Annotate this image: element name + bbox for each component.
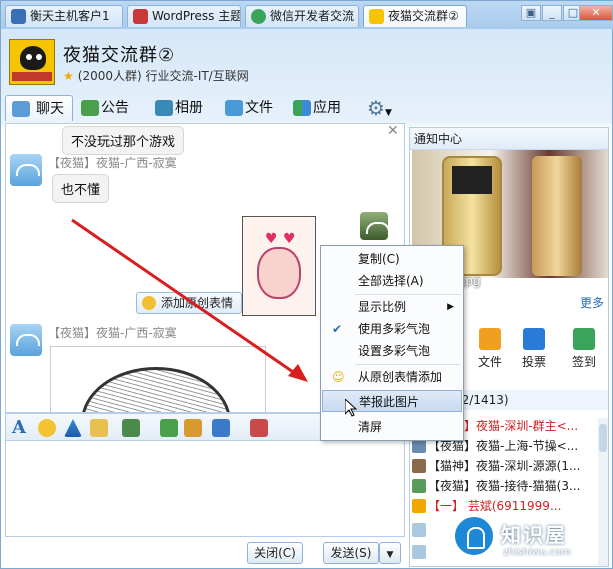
chevron-down-icon: ▼ <box>384 108 392 118</box>
member-row[interactable]: 【猫神】夜猫-深圳-源源(1... <box>412 456 608 476</box>
sail-icon[interactable] <box>64 419 82 437</box>
folder-icon <box>225 100 243 116</box>
cat-logo-icon <box>20 46 46 70</box>
menu-separator <box>355 294 461 295</box>
apps-grid-icon <box>293 100 311 116</box>
folder-icon <box>479 328 501 350</box>
menu-item-report-image[interactable]: 举报此图片 <box>322 390 462 412</box>
group-avatar[interactable] <box>9 39 55 85</box>
cat-icon <box>369 9 384 24</box>
star-icon: ★ <box>63 69 74 83</box>
tab-wordpress[interactable]: WordPress 主题 <box>127 5 241 27</box>
group-subtitle: ★ (2000人群) 行业交流-IT/互联网 <box>63 69 249 83</box>
scrollbar-thumb[interactable] <box>599 424 607 452</box>
menu-item-set-colorful-bubble[interactable]: 设置多彩气泡 <box>322 340 462 362</box>
menu-item-select-all[interactable]: 全部选择(A) <box>322 270 462 292</box>
settings-button[interactable]: ⚙▼ <box>357 95 392 121</box>
font-icon[interactable]: A <box>12 417 26 438</box>
notepad-icon[interactable] <box>90 419 108 437</box>
member-row[interactable]: 【夜猫】夜猫-接待-猫猫(3... <box>412 476 608 496</box>
gear-icon: ⚙ <box>367 96 385 120</box>
tab-files[interactable]: 文件 <box>219 95 273 121</box>
close-window-button[interactable]: ✕ <box>579 5 613 21</box>
checkmark-icon: ✔ <box>332 322 343 336</box>
tab-wechat-dev[interactable]: 微信开发者交流 <box>245 5 359 27</box>
qq-group-chat-window: 衡天主机客户1 WordPress 主题 微信开发者交流 夜猫交流群② ▣ _ … <box>0 0 613 569</box>
screen-icon[interactable] <box>212 419 230 437</box>
wechat-icon <box>251 9 266 24</box>
tab-bar: 衡天主机客户1 WordPress 主题 微信开发者交流 夜猫交流群② ▣ _ … <box>1 1 613 29</box>
chevron-right-icon: ▶ <box>447 302 454 312</box>
panel-title: 通知中心 <box>410 128 608 150</box>
bar-chart-icon <box>523 328 545 350</box>
image-icon[interactable] <box>122 419 140 437</box>
group-icon <box>133 9 148 24</box>
context-menu: 复制(C) 全部选择(A) 显示比例 ▶ ✔ 使用多彩气泡 设置多彩气泡 ☺ 从原创表… <box>320 245 464 441</box>
send-options-button[interactable]: ▼ <box>379 542 401 564</box>
menu-item-copy[interactable]: 复制(C) <box>322 248 462 270</box>
photo-icon <box>155 100 173 116</box>
watermark-name: 知识屋 <box>501 523 567 547</box>
tab-notice[interactable]: 公告 <box>75 95 129 121</box>
tab-hengtian[interactable]: 衡天主机客户1 <box>5 5 123 27</box>
menu-separator <box>355 364 461 365</box>
tab-yemao[interactable]: 夜猫交流群② <box>363 5 467 27</box>
document-icon[interactable] <box>160 419 178 437</box>
music-icon[interactable] <box>184 419 202 437</box>
group-title: 夜猫交流群② <box>63 45 176 66</box>
send-button[interactable]: 发送(S) <box>323 542 379 564</box>
menu-item-use-colorful-bubble[interactable]: ✔ 使用多彩气泡 <box>322 318 462 340</box>
menu-item-zoom[interactable]: 显示比例 ▶ <box>322 296 462 318</box>
group-icon <box>11 9 26 24</box>
menu-item-add-from-face[interactable]: ☺ 从原创表情添加 <box>322 366 462 388</box>
close-button[interactable]: 关闭(C) <box>247 542 303 564</box>
screenshot-icon[interactable] <box>250 419 268 437</box>
skin-button[interactable]: ▣ <box>521 5 541 21</box>
more-link[interactable]: 更多 <box>580 294 604 311</box>
watermark: 知识屋 zhishiwu.com <box>449 509 609 567</box>
smiley-icon: ☺ <box>332 370 345 384</box>
app-vote[interactable]: 投票 <box>514 328 554 370</box>
watermark-url: zhishiwu.com <box>503 547 571 558</box>
app-files[interactable]: 文件 <box>470 328 510 370</box>
minimize-button[interactable]: _ <box>542 5 562 21</box>
emoji-icon[interactable] <box>38 419 56 437</box>
megaphone-icon <box>81 100 99 116</box>
chevron-down-icon: ▼ <box>386 550 394 560</box>
tab-apps[interactable]: 应用 <box>287 95 341 121</box>
chat-icon <box>12 101 30 117</box>
app-checkin[interactable]: 签到 <box>564 328 604 370</box>
mouse-cursor-icon <box>345 399 357 417</box>
message-input[interactable] <box>5 441 405 537</box>
menu-item-clear[interactable]: 清屏 <box>322 416 462 438</box>
tab-chat[interactable]: 聊天 <box>5 95 73 121</box>
checkmark-icon <box>573 328 595 350</box>
tab-album[interactable]: 相册 <box>149 95 203 121</box>
image-filename: jpg <box>462 274 481 288</box>
watermark-logo-icon <box>453 515 495 557</box>
group-toolbar: 聊天 公告 相册 文件 应用 ⚙▼ <box>1 93 613 123</box>
close-icon[interactable]: ✕ <box>387 123 399 139</box>
